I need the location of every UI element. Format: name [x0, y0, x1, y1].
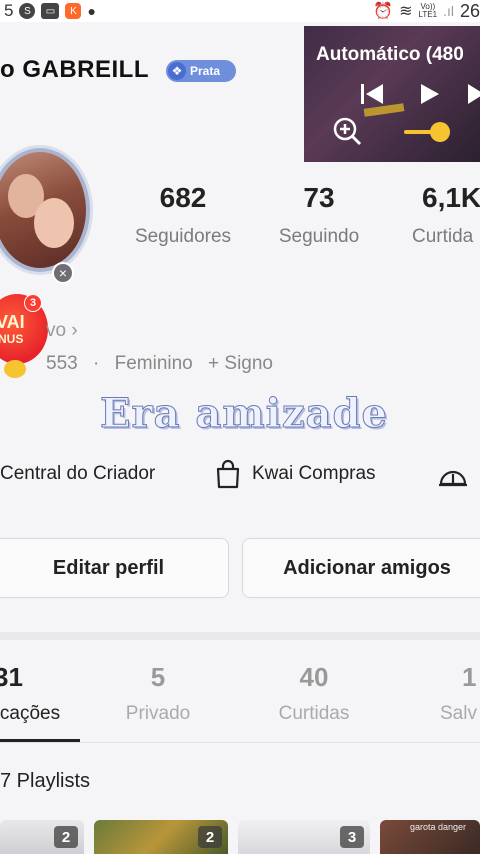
- status-bar: 5 S ▭ K ● ⏰ ≋ Vo)) LTE1 .ıl 26: [0, 0, 480, 22]
- previous-icon[interactable]: [359, 81, 385, 107]
- tab-count: 5: [150, 662, 166, 692]
- section-divider: [0, 632, 480, 640]
- add-sign-button[interactable]: + Signo: [208, 353, 273, 374]
- more-shortcut-link[interactable]: [438, 454, 468, 494]
- network-label: Vo)) LTE1: [419, 3, 438, 19]
- profile-gender: Feminino: [114, 353, 193, 374]
- tab-label: Privado: [125, 703, 191, 724]
- profile-id: 553: [46, 353, 78, 374]
- dome-icon: [439, 470, 467, 487]
- edit-profile-button[interactable]: Editar perfil: [0, 538, 229, 598]
- tab-saved[interactable]: 1 Salv: [436, 662, 480, 725]
- meta-separator: ·: [92, 353, 100, 374]
- signal-icon: .ıl: [443, 3, 454, 19]
- playlist-thumbnail[interactable]: 2: [94, 820, 228, 854]
- playlist-thumbnail[interactable]: 2: [0, 820, 84, 854]
- kwai-notification-icon: K: [65, 3, 82, 19]
- add-friends-button[interactable]: Adicionar amigos: [242, 538, 480, 598]
- kwai-bonus-widget[interactable]: VAI NUS 3: [0, 294, 48, 384]
- tab-count: 31: [0, 662, 23, 692]
- zoom-slider-knob[interactable]: [430, 122, 450, 142]
- tab-private[interactable]: 5 Privado: [108, 662, 208, 725]
- stat-label: Seguindo: [278, 226, 360, 247]
- playlist-thumbnail[interactable]: garota danger: [380, 820, 480, 854]
- battery-text: 26: [459, 0, 480, 21]
- tab-label: Curtidas: [278, 703, 350, 724]
- playlists-title: 7 Playlists: [0, 770, 91, 792]
- kwai-bonus-count-badge: 3: [24, 294, 42, 312]
- tab-publications[interactable]: 31 cações: [0, 662, 80, 725]
- kwai-bonus-line1: VAI: [0, 312, 25, 332]
- playlist-thumbnail[interactable]: 3: [238, 820, 370, 854]
- level-badge[interactable]: ❖ Prata: [166, 60, 236, 82]
- tab-count: 1: [462, 662, 477, 692]
- profile-stats: 682 Seguidores 73 Seguindo 6,1K Curtida: [0, 182, 480, 252]
- shortcut-label: Central do Criador: [0, 463, 156, 484]
- stat-followers[interactable]: 682 Seguidores: [120, 182, 246, 248]
- stat-label: Curtida: [412, 226, 474, 247]
- wifi-icon: ≋: [399, 3, 413, 20]
- play-icon[interactable]: [416, 81, 442, 107]
- network-label-bottom: LTE1: [418, 10, 438, 19]
- stat-value: 73: [303, 182, 335, 213]
- more-notifications-icon: ●: [87, 3, 96, 19]
- zoom-in-icon[interactable]: [332, 116, 362, 146]
- playlist-thumbnails: 2 2 3 garota danger: [0, 820, 480, 854]
- app-notification-icon: S: [19, 3, 36, 19]
- coin-icon: [4, 360, 26, 378]
- playlist-count: 3: [340, 826, 364, 848]
- profile-shortcuts: Central do Criador Kwai Compras: [0, 454, 480, 494]
- stat-label: Seguidores: [134, 226, 232, 247]
- badge-label: Prata: [190, 64, 221, 78]
- kwai-shop-link[interactable]: Kwai Compras: [214, 454, 376, 494]
- badge-icon: ❖: [168, 62, 186, 80]
- playlist-caption: garota danger: [410, 822, 467, 832]
- shortcut-label: Kwai Compras: [252, 463, 376, 484]
- video-overlay-caption: Era amizade: [100, 390, 388, 438]
- profile-bio-link[interactable]: vo ›: [46, 320, 78, 342]
- chat-notification-icon: ▭: [41, 3, 60, 19]
- stat-following[interactable]: 73 Seguindo: [264, 182, 374, 248]
- alarm-icon: ⏰: [373, 3, 394, 20]
- content-tabs: 31 cações 5 Privado 40 Curtidas 1 Salv: [0, 662, 480, 742]
- playlist-count: 2: [54, 826, 78, 848]
- avatar-close-icon[interactable]: ×: [52, 262, 74, 284]
- kwai-bonus-line2: NUS: [0, 332, 24, 346]
- stat-value: 682: [159, 182, 207, 213]
- stat-likes[interactable]: 6,1K Curtida: [408, 182, 480, 248]
- tab-count: 40: [299, 662, 329, 692]
- tab-likes[interactable]: 40 Curtidas: [264, 662, 364, 725]
- playlist-count: 2: [198, 826, 222, 848]
- status-left-text: 5: [4, 1, 14, 20]
- tabs-divider: [0, 742, 480, 743]
- stat-value: 6,1K: [422, 182, 480, 213]
- video-quality-title: Automático (480: [316, 44, 464, 65]
- status-right: ⏰ ≋ Vo)) LTE1 .ıl 26: [373, 0, 480, 22]
- tab-label: cações: [0, 703, 61, 724]
- creator-center-link[interactable]: Central do Criador: [0, 454, 155, 494]
- status-left: 5 S ▭ K ●: [4, 0, 96, 22]
- profile-username: o GABREILL: [0, 56, 149, 83]
- next-icon[interactable]: [466, 81, 480, 107]
- floating-video-player[interactable]: Automático (480: [304, 26, 480, 162]
- tab-label: Salv: [440, 703, 477, 724]
- shopping-bag-icon: [216, 459, 240, 489]
- profile-meta-row: 553 · Feminino + Signo: [46, 353, 283, 375]
